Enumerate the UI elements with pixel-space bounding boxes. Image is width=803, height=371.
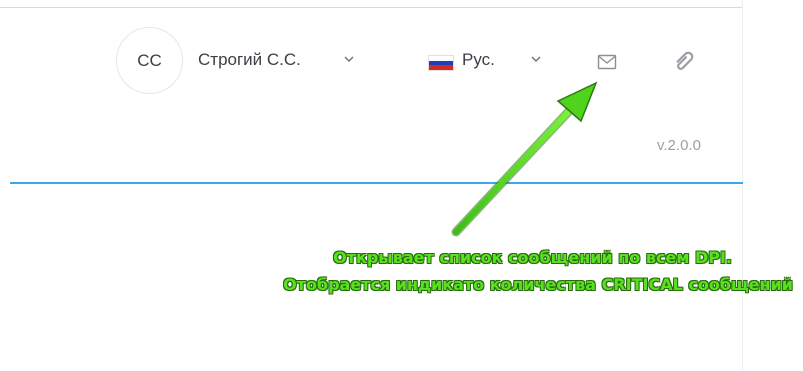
user-initials: CC (137, 50, 162, 70)
chevron-down-icon[interactable] (343, 54, 355, 64)
header-accent-line (10, 182, 743, 184)
arrow-shape (451, 81, 598, 237)
paperclip-icon[interactable] (671, 48, 697, 74)
language-selector[interactable]: Рус. (462, 50, 495, 70)
user-avatar[interactable]: CC (116, 27, 183, 94)
app-version: v.2.0.0 (657, 137, 701, 154)
mail-icon[interactable] (597, 53, 617, 71)
annotation-line-2: Отобрается индикато количества CRITICAL … (283, 275, 793, 294)
flag-ru-icon[interactable] (428, 55, 454, 71)
annotation-line-1: Открывает список сообщений по всем DPI. (333, 248, 732, 267)
header-top-divider (0, 7, 742, 8)
user-menu-toggle[interactable]: Строгий С.С. (198, 50, 301, 70)
chevron-down-icon[interactable] (530, 54, 542, 64)
content-right-edge (742, 0, 743, 371)
